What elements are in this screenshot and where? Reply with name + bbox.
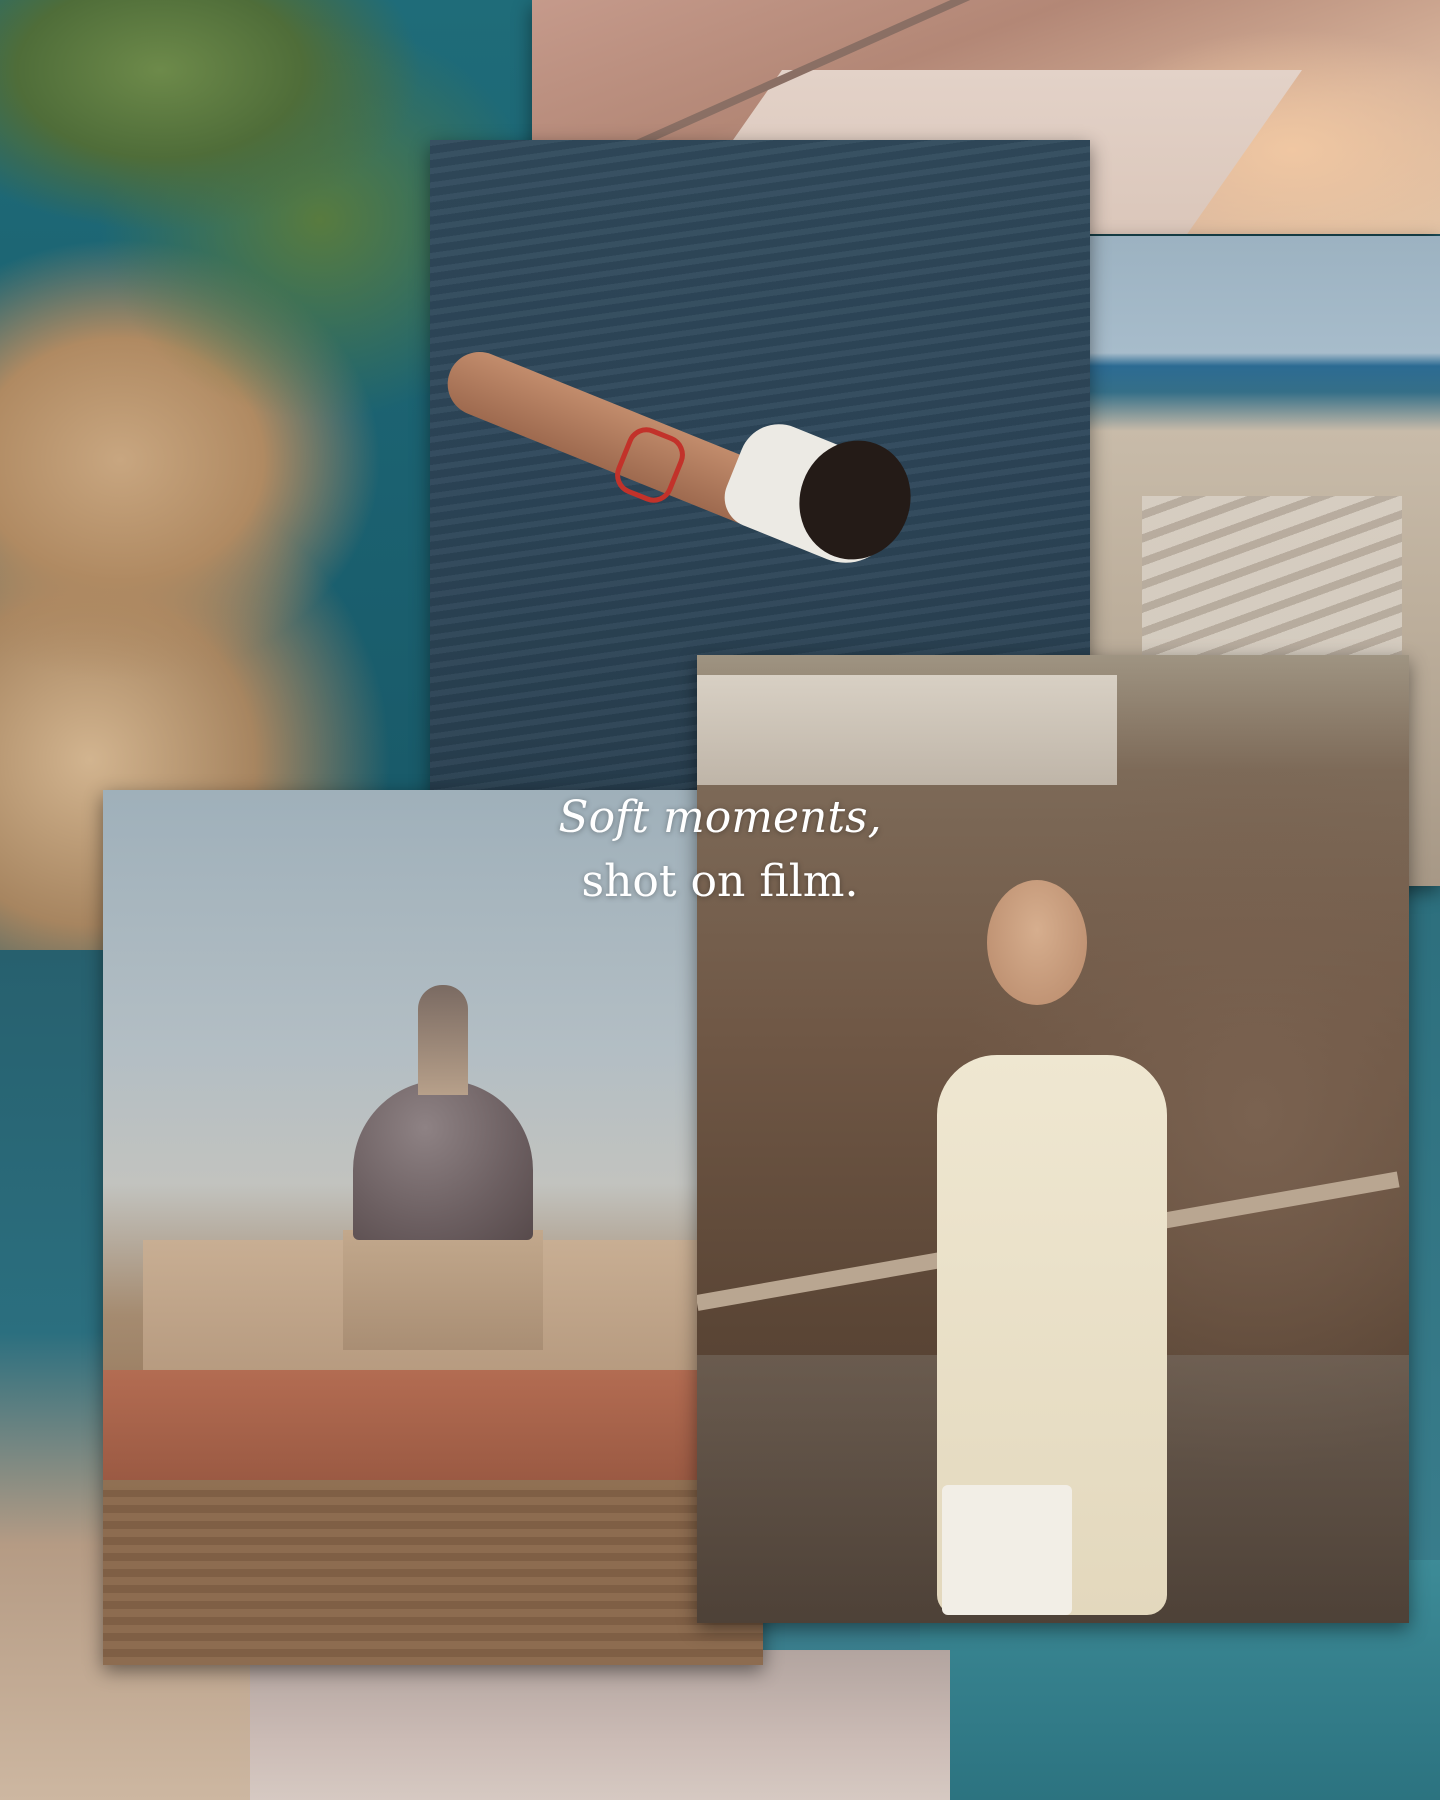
photo-bottom-deck xyxy=(250,1650,950,1800)
photo-collage: Soft moments, shot on film. xyxy=(0,0,1440,1800)
white-tote-bag xyxy=(942,1485,1072,1615)
photo-cathedral-dome xyxy=(103,790,763,1665)
hillside-villa xyxy=(697,675,1117,785)
cathedral-dome xyxy=(353,1080,533,1240)
model-head xyxy=(987,880,1087,1005)
headline-line-1: Soft moments, xyxy=(558,792,882,843)
headline-line-2: shot on film. xyxy=(581,856,859,907)
headline: Soft moments, shot on film. xyxy=(480,786,960,914)
dome-drum xyxy=(343,1230,543,1350)
dome-lantern xyxy=(418,985,468,1095)
terracotta-roofs xyxy=(103,1370,763,1480)
city-wall xyxy=(103,1490,763,1665)
